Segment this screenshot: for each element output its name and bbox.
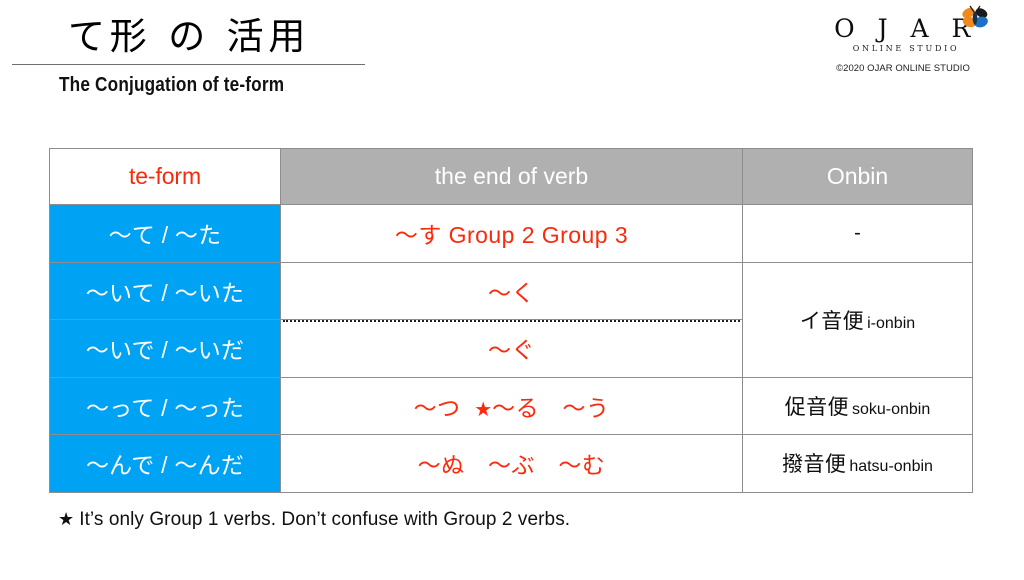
slide-title-block: て形 の 活用 The Conjugation of te-form — [12, 14, 572, 97]
onbin-romaji: soku-onbin — [851, 400, 931, 418]
footnote: ★ It’s only Group 1 verbs. Don’t confuse … — [58, 509, 570, 531]
column-header-te-form: te-form — [49, 148, 281, 205]
cell-te-form: 〜って / 〜った — [49, 376, 281, 435]
table-header-row: te-form the end of verb Onbin — [49, 148, 973, 205]
star-icon: ★ — [58, 509, 75, 529]
table-row: 〜て / 〜た 〜す Group 2 Group 3 - — [49, 204, 973, 263]
onbin-kanji: 促音便 — [784, 394, 849, 419]
row-group-dotted-divider — [283, 320, 740, 322]
cell-onbin: イ音便 i-onbin — [742, 261, 973, 378]
footnote-text: It’s only Group 1 verbs. Don’t confuse w… — [79, 509, 571, 530]
cell-onbin: 促音便 soku-onbin — [742, 376, 973, 435]
cell-end-of-verb: 〜く — [280, 261, 743, 320]
logo-mark: O J A R ONLINE STUDIO — [808, 5, 998, 56]
copyright-text: ©2020 OJAR ONLINE STUDIO — [836, 63, 970, 74]
onbin-kanji: 撥音便 — [782, 452, 847, 477]
table-row: 〜んで / 〜んだ 〜ぬ 〜ぶ 〜む 撥音便 hatsu-onbin — [49, 434, 973, 493]
onbin-romaji: hatsu-onbin — [849, 458, 933, 476]
cell-te-form: 〜いで / 〜いだ — [49, 319, 281, 378]
onbin-romaji: i-onbin — [867, 314, 916, 332]
logo-tagline: ONLINE STUDIO — [852, 44, 960, 53]
page-subtitle: The Conjugation of te-form — [59, 74, 285, 97]
cell-end-of-verb: 〜つ ★〜る 〜う — [280, 376, 743, 435]
title-divider — [12, 64, 365, 66]
cell-te-form: 〜て / 〜た — [49, 204, 281, 263]
column-header-onbin: Onbin — [742, 148, 973, 205]
star-icon: ★ — [474, 398, 493, 421]
cell-te-form: 〜んで / 〜んだ — [49, 434, 281, 493]
end-of-verb-rest: 〜る 〜う — [492, 394, 610, 421]
cell-end-of-verb: 〜す Group 2 Group 3 — [280, 204, 743, 263]
onbin-kanji: イ音便 — [799, 308, 865, 333]
cell-end-of-verb: 〜ぐ — [280, 319, 743, 378]
cell-onbin: - — [742, 204, 973, 263]
column-header-end-of-verb: the end of verb — [280, 148, 743, 205]
cell-end-of-verb: 〜ぬ 〜ぶ 〜む — [280, 434, 743, 493]
onbin-value: - — [854, 221, 861, 244]
butterfly-icon — [962, 5, 988, 28]
end-of-verb-first: 〜つ — [413, 394, 461, 421]
cell-te-form: 〜いて / 〜いた — [49, 261, 281, 320]
table-row: 〜って / 〜った 〜つ ★〜る 〜う 促音便 soku-onbin — [49, 376, 973, 435]
cell-onbin: 撥音便 hatsu-onbin — [742, 434, 973, 493]
table-row: 〜いて / 〜いた 〜く イ音便 i-onbin — [49, 261, 973, 378]
brand-logo: O J A R ONLINE STUDIO ©2020 OJAR ONLINE … — [808, 5, 998, 74]
page-title: て形 の 活用 — [68, 15, 311, 58]
